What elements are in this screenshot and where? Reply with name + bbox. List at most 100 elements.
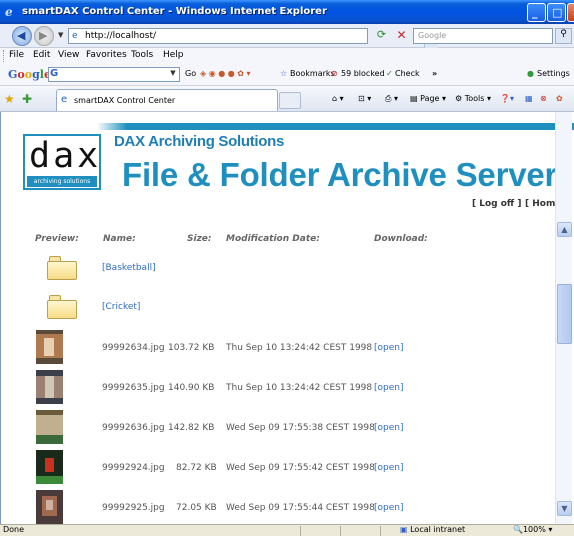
help-icon[interactable]: ❓▾ [500, 94, 514, 103]
favorites-star-icon[interactable]: ★ [4, 92, 15, 106]
file-row: 99992636.jpg 142.82 KB Wed Sep 09 17:55:… [1, 408, 555, 446]
google-search-input[interactable]: G ▼ [48, 67, 180, 82]
file-row: 99992635.jpg 140.90 KB Thu Sep 10 13:24:… [1, 368, 555, 406]
folder-link[interactable]: [Cricket] [102, 302, 140, 312]
tools-menu[interactable]: ⚙ Tools ▾ [455, 94, 491, 103]
stop-button[interactable]: ✕ [393, 28, 410, 44]
security-zone[interactable]: ▣ Local intranet [400, 525, 465, 534]
file-name: 99992925.jpg [102, 503, 165, 513]
image-thumbnail[interactable] [36, 370, 63, 404]
open-link[interactable]: [open] [374, 383, 403, 393]
menu-bar: File Edit View Favorites Tools Help [0, 48, 574, 64]
recent-pages-dropdown[interactable]: ▼ [58, 31, 63, 39]
address-bar: ◀ ▶ ▼ e http://localhost/ ▼ ⟳ ✕ Google ⚲ [0, 24, 574, 49]
minimize-button[interactable]: _ [527, 3, 546, 22]
brand-subtitle: DAX Archiving Solutions [114, 133, 285, 150]
settings-icon: ● [527, 69, 534, 78]
page-icon: e [72, 31, 78, 41]
header-preview: Preview: [35, 234, 79, 244]
settings-button[interactable]: Settings [537, 69, 570, 78]
maximize-button[interactable]: □ [547, 3, 566, 22]
feeds-icon[interactable]: ⊡ ▾ [358, 94, 371, 103]
image-thumbnail[interactable] [36, 330, 63, 364]
folder-icon[interactable] [47, 295, 77, 319]
scroll-thumb[interactable] [557, 284, 572, 344]
image-thumbnail[interactable] [36, 450, 63, 484]
open-link[interactable]: [open] [374, 423, 403, 433]
back-arrow-icon: ◀ [17, 29, 26, 42]
file-row: 99992634.jpg 103.72 KB Thu Sep 10 13:24:… [1, 328, 555, 366]
back-button[interactable]: ◀ [12, 26, 32, 46]
open-link[interactable]: [open] [374, 343, 403, 353]
more-button[interactable]: » [432, 69, 437, 78]
file-name: 99992634.jpg [102, 343, 165, 353]
new-tab-button[interactable] [279, 92, 301, 109]
menu-favorites[interactable]: Favorites [86, 50, 127, 60]
image-thumbnail[interactable] [36, 410, 63, 444]
file-date: Thu Sep 10 13:24:42 CEST 1998 [226, 343, 373, 353]
vertical-scrollbar[interactable]: ▲ ▼ [555, 112, 572, 524]
search-input[interactable]: Google [413, 28, 553, 44]
command-bar: ★ ✚ e smartDAX Control Center ⌂ ▾ ⊡ ▾ ⎙ … [0, 86, 574, 112]
ie-logo-icon: e [5, 5, 13, 19]
page-menu[interactable]: ▤ Page ▾ [410, 94, 446, 103]
intranet-icon: ▣ [400, 525, 408, 534]
logo-tagline: archiving solutions [27, 176, 97, 187]
forward-button[interactable]: ▶ [34, 26, 54, 46]
tools-menu-label: Tools [464, 94, 485, 103]
google-search-dropdown[interactable]: ▼ [168, 69, 178, 80]
close-button[interactable]: ✕ [567, 3, 574, 22]
google-g-icon[interactable]: G [50, 68, 58, 79]
blocked-count-button[interactable]: 59 blocked [341, 69, 385, 78]
status-text: Done [3, 525, 25, 534]
search-placeholder: Google [418, 31, 447, 40]
extra-icon[interactable]: ✿ [556, 94, 563, 103]
page-viewport: dax archiving solutions DAX Archiving So… [0, 112, 574, 524]
folder-icon[interactable] [47, 256, 77, 280]
menu-tools[interactable]: Tools [131, 50, 153, 60]
zone-label: Local intranet [410, 525, 466, 534]
open-link[interactable]: [open] [374, 503, 403, 513]
block-icon[interactable]: ⊗ [540, 94, 547, 103]
file-name: 99992924.jpg [102, 463, 165, 473]
file-row: 99992925.jpg 72.05 KB Wed Sep 09 17:55:4… [1, 488, 555, 524]
google-go-button[interactable]: Go [185, 69, 196, 78]
menu-help[interactable]: Help [163, 50, 184, 60]
logo-text: dax [29, 136, 102, 176]
zoom-control[interactable]: 🔍100% ▾ [513, 525, 552, 534]
print-icon[interactable]: ⎙ ▾ [385, 94, 398, 104]
add-favorites-icon[interactable]: ✚ [22, 92, 32, 106]
menu-file[interactable]: File [9, 50, 24, 60]
file-size: 72.05 KB [176, 503, 217, 513]
image-thumbnail[interactable] [36, 490, 63, 524]
menu-view[interactable]: View [58, 50, 79, 60]
address-input[interactable]: e http://localhost/ ▼ [68, 28, 438, 49]
file-date: Wed Sep 09 17:55:42 CEST 1998 [226, 463, 375, 473]
search-icon[interactable]: ⚲ [555, 28, 572, 44]
check-button[interactable]: Check [395, 69, 420, 78]
scroll-down-button[interactable]: ▼ [557, 501, 572, 516]
scroll-up-button[interactable]: ▲ [557, 222, 572, 237]
zoom-level: 100% [522, 525, 546, 534]
research-icon[interactable]: ▦ [525, 94, 533, 103]
home-icon[interactable]: ⌂ ▾ [332, 94, 344, 103]
log-off-link[interactable]: [ Log off ] [472, 199, 521, 209]
folder-link[interactable]: [Basketball] [102, 263, 156, 273]
toolbar-icons[interactable]: ◈ ◉ ● ● ✿ ▾ [200, 69, 251, 78]
folder-row: [Basketball] [1, 251, 555, 289]
file-date: Wed Sep 09 17:55:38 CEST 1998 [226, 423, 375, 433]
address-url: http://localhost/ [85, 31, 157, 41]
spellcheck-icon: ✓ [386, 69, 393, 78]
open-link[interactable]: [open] [374, 463, 403, 473]
toolbar-grip[interactable] [3, 50, 6, 62]
dax-logo: dax archiving solutions [23, 134, 101, 190]
status-bar: Done ▣ Local intranet 🔍100% ▾ [0, 524, 574, 536]
refresh-button[interactable]: ⟳ [373, 28, 390, 44]
menu-edit[interactable]: Edit [33, 50, 50, 60]
header-name: Name: [103, 234, 136, 244]
page-menu-label: Page [420, 94, 440, 103]
tab-smartdax[interactable]: e smartDAX Control Center [56, 89, 278, 111]
status-separator [340, 526, 341, 536]
bookmarks-button[interactable]: Bookmarks [290, 69, 335, 78]
maximize-icon: □ [552, 6, 563, 19]
